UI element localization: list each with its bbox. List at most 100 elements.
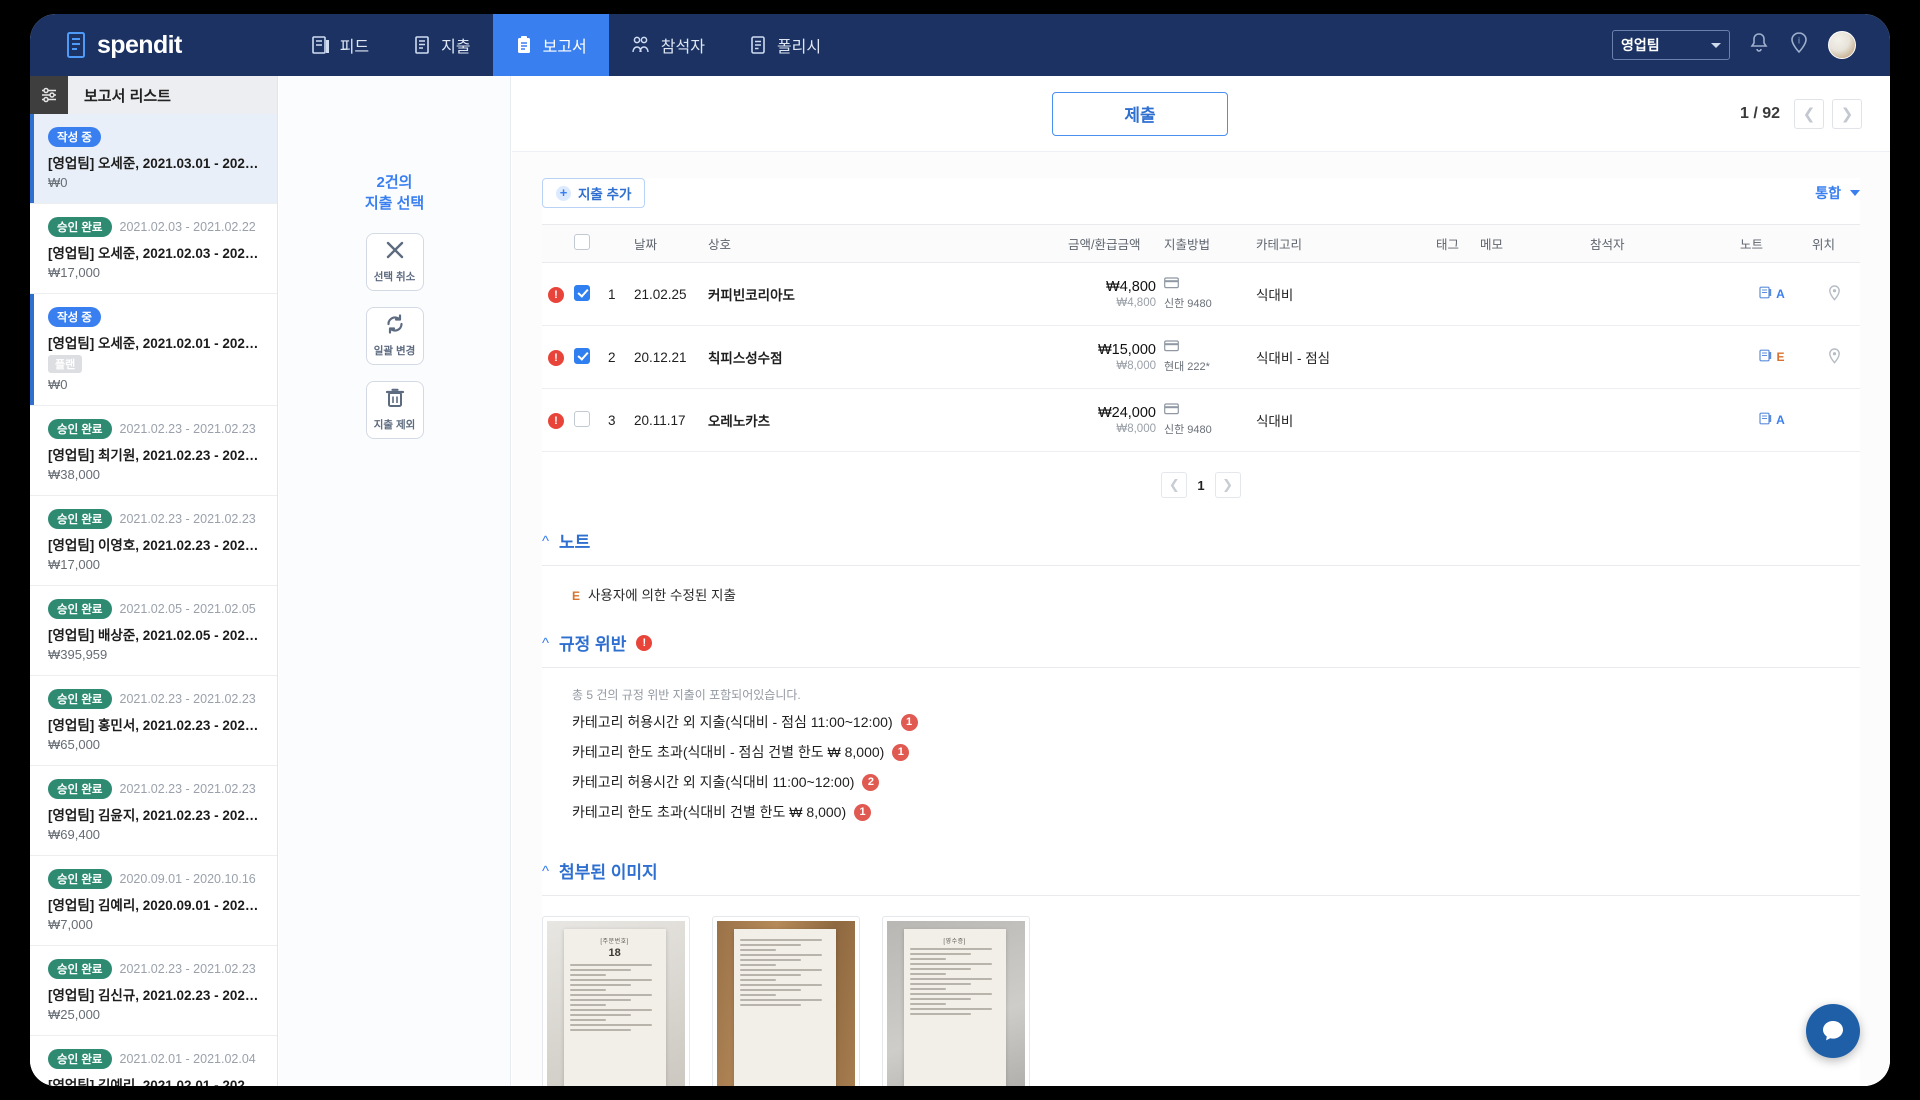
row-location-cell[interactable] — [1808, 326, 1860, 389]
selection-count-title: 2건의 지출 선택 — [279, 172, 510, 215]
nav-tab-expense[interactable]: 지출 — [391, 14, 492, 76]
sidebar-item-amount: ₩395,959 — [48, 647, 261, 662]
nav-tab-feed[interactable]: 피드 — [290, 14, 391, 76]
table-row[interactable]: !220.12.21칙피스성수점₩15,000₩8,000현대 222*식대비 … — [542, 326, 1860, 389]
avatar[interactable] — [1828, 31, 1856, 59]
combine-dropdown[interactable]: 통합 — [1815, 183, 1860, 203]
receipt-thumbnail-3[interactable]: [영수증] — [882, 916, 1030, 1086]
row-select-checkbox[interactable] — [574, 348, 590, 364]
expense-table-head: 날짜 상호 금액/환급금액 지출방법 카테고리 태그 메모 참석자 노트 위치 — [542, 225, 1860, 263]
sidebar-item-amount: ₩25,000 — [48, 1007, 261, 1022]
row-memo — [1476, 263, 1586, 326]
sidebar-report-item[interactable]: 승인 완료2021.02.23 - 2021.02.23[영업팀] 김윤지, 2… — [30, 766, 277, 856]
nav-tab-policy[interactable]: 폴리시 — [727, 14, 843, 76]
receipt-paper — [734, 929, 836, 1086]
page-indicator: 1 / 92 — [1740, 105, 1780, 123]
sidebar-report-item[interactable]: 작성 중[영업팀] 오세준, 2021.03.01 - 202…₩0 — [30, 114, 277, 204]
row-select-checkbox[interactable] — [574, 411, 590, 427]
receipt-line — [570, 1014, 631, 1016]
col-merchant[interactable]: 상호 — [704, 225, 1064, 263]
col-select-all[interactable] — [570, 225, 604, 263]
col-amount[interactable]: 금액/환급금액 — [1064, 225, 1160, 263]
nav-tab-report-label: 보고서 — [543, 33, 587, 57]
row-checkbox-cell[interactable] — [570, 326, 604, 389]
table-page-number[interactable]: 1 — [1197, 478, 1204, 493]
sidebar-report-item[interactable]: 승인 완료2020.09.01 - 2020.10.16[영업팀] 김예리, 2… — [30, 856, 277, 946]
sidebar-report-item[interactable]: 승인 완료2021.02.23 - 2021.02.23[영업팀] 최기원, 2… — [30, 406, 277, 496]
sidebar-item-amount: ₩65,000 — [48, 737, 261, 752]
info-icon[interactable]: i — [1788, 31, 1810, 60]
table-header-row: 날짜 상호 금액/환급금액 지출방법 카테고리 태그 메모 참석자 노트 위치 — [542, 225, 1860, 263]
sidebar-item-dates: 2021.02.23 - 2021.02.23 — [120, 782, 256, 796]
chat-bubble-icon[interactable] — [1806, 1004, 1860, 1058]
select-all-checkbox[interactable] — [574, 234, 590, 250]
brand-logo-group[interactable]: spendit — [64, 31, 182, 60]
receipt-line — [910, 1003, 946, 1005]
cancel-selection-button[interactable]: 선택 취소 — [366, 233, 424, 291]
receipt-line — [740, 979, 776, 981]
bulk-action-panel: 2건의 지출 선택 선택 취소 일괄 변경 — [279, 76, 511, 1086]
col-attendee[interactable]: 참석자 — [1586, 225, 1736, 263]
sidebar-report-item[interactable]: 승인 완료2021.02.01 - 2021.02.04[영업팀] 김예리, 2… — [30, 1036, 277, 1086]
submit-button[interactable]: 제출 — [1052, 92, 1228, 136]
card-icon — [1164, 403, 1179, 418]
nav-tab-attendee[interactable]: 참석자 — [609, 14, 727, 76]
sidebar-item-amount: ₩0 — [48, 175, 261, 190]
main-content: 제출 1 / 92 ❮ ❯ + 지출 추가 통합 — [512, 76, 1890, 1086]
violation-count-badge: 2 — [862, 774, 879, 791]
table-row[interactable]: !121.02.25커피빈코리아도₩4,800₩4,800신한 9480식대비A — [542, 263, 1860, 326]
note-section-header[interactable]: ^ 노트 — [542, 528, 1860, 565]
receipt-thumbnail-2[interactable] — [712, 916, 860, 1086]
table-next-page-button[interactable]: ❯ — [1215, 472, 1241, 498]
add-expense-button[interactable]: + 지출 추가 — [542, 178, 645, 208]
remove-expense-button[interactable]: 지출 제외 — [366, 381, 424, 439]
sidebar-report-item[interactable]: 승인 완료2021.02.03 - 2021.02.22[영업팀] 오세준, 2… — [30, 204, 277, 294]
row-checkbox-cell[interactable] — [570, 389, 604, 452]
attached-images-header[interactable]: ^ 첨부된 이미지 — [542, 858, 1860, 895]
prev-report-button[interactable]: ❮ — [1794, 99, 1824, 129]
receipt-line — [740, 944, 801, 946]
filter-toggle-icon[interactable] — [30, 76, 68, 114]
row-note-cell[interactable]: E — [1736, 326, 1808, 389]
plus-icon: + — [556, 186, 571, 201]
sidebar-item-title: [영업팀] 김신규, 2021.02.23 - 202… — [48, 984, 261, 1004]
sidebar-report-list[interactable]: 작성 중[영업팀] 오세준, 2021.03.01 - 202…₩0승인 완료2… — [30, 114, 277, 1086]
receipt-thumbnail-1[interactable]: [주문번호]18 — [542, 916, 690, 1086]
col-category[interactable]: 카테고리 — [1252, 225, 1432, 263]
receipt-line — [740, 964, 776, 966]
sidebar-report-item[interactable]: 승인 완료2021.02.23 - 2021.02.23[영업팀] 김신규, 2… — [30, 946, 277, 1036]
col-note[interactable]: 노트 — [1736, 225, 1808, 263]
sidebar-report-item[interactable]: 승인 완료2021.02.23 - 2021.02.23[영업팀] 이영호, 2… — [30, 496, 277, 586]
status-badge: 승인 완료 — [48, 599, 112, 619]
next-report-button[interactable]: ❯ — [1832, 99, 1862, 129]
sidebar-item-meta: 승인 완료2021.02.23 - 2021.02.23 — [48, 779, 261, 799]
table-row[interactable]: !320.11.17오레노카츠₩24,000₩8,000신한 9480식대비A — [542, 389, 1860, 452]
col-date[interactable]: 날짜 — [630, 225, 704, 263]
row-note-cell[interactable]: A — [1736, 263, 1808, 326]
violation-section-header[interactable]: ^ 규정 위반 ! — [542, 630, 1860, 667]
sidebar-report-item[interactable]: 작성 중[영업팀] 오세준, 2021.02.01 - 2021.0…플랜₩0 — [30, 294, 277, 406]
col-location[interactable]: 위치 — [1808, 225, 1860, 263]
table-prev-page-button[interactable]: ❮ — [1161, 472, 1187, 498]
row-select-checkbox[interactable] — [574, 285, 590, 301]
bell-icon[interactable] — [1748, 31, 1770, 60]
report-toolbar: 제출 1 / 92 ❮ ❯ — [512, 76, 1890, 152]
sidebar-report-item[interactable]: 승인 완료2021.02.23 - 2021.02.23[영업팀] 홍민서, 2… — [30, 676, 277, 766]
bulk-edit-button[interactable]: 일괄 변경 — [366, 307, 424, 365]
col-memo[interactable]: 메모 — [1476, 225, 1586, 263]
row-note-cell[interactable]: A — [1736, 389, 1808, 452]
row-location-cell[interactable] — [1808, 263, 1860, 326]
nav-tab-report[interactable]: 보고서 — [493, 14, 609, 76]
team-selector[interactable]: 영업팀 — [1612, 30, 1730, 60]
col-tag[interactable]: 태그 — [1432, 225, 1476, 263]
sidebar-report-item[interactable]: 승인 완료2021.02.05 - 2021.02.05[영업팀] 배상준, 2… — [30, 586, 277, 676]
col-payment[interactable]: 지출방법 — [1160, 225, 1252, 263]
sidebar-item-meta: 승인 완료2021.02.05 - 2021.02.05 — [48, 599, 261, 619]
alert-exclamation-icon: ! — [548, 350, 564, 366]
receipt-photo — [717, 921, 855, 1086]
row-checkbox-cell[interactable] — [570, 263, 604, 326]
receipt-line — [570, 994, 653, 996]
note-section-body: E 사용자에 의한 수정된 지출 — [542, 566, 1860, 608]
violation-text: 카테고리 한도 초과(식대비 건별 한도 ₩ 8,000) — [572, 802, 846, 822]
row-location-cell[interactable] — [1808, 389, 1860, 452]
